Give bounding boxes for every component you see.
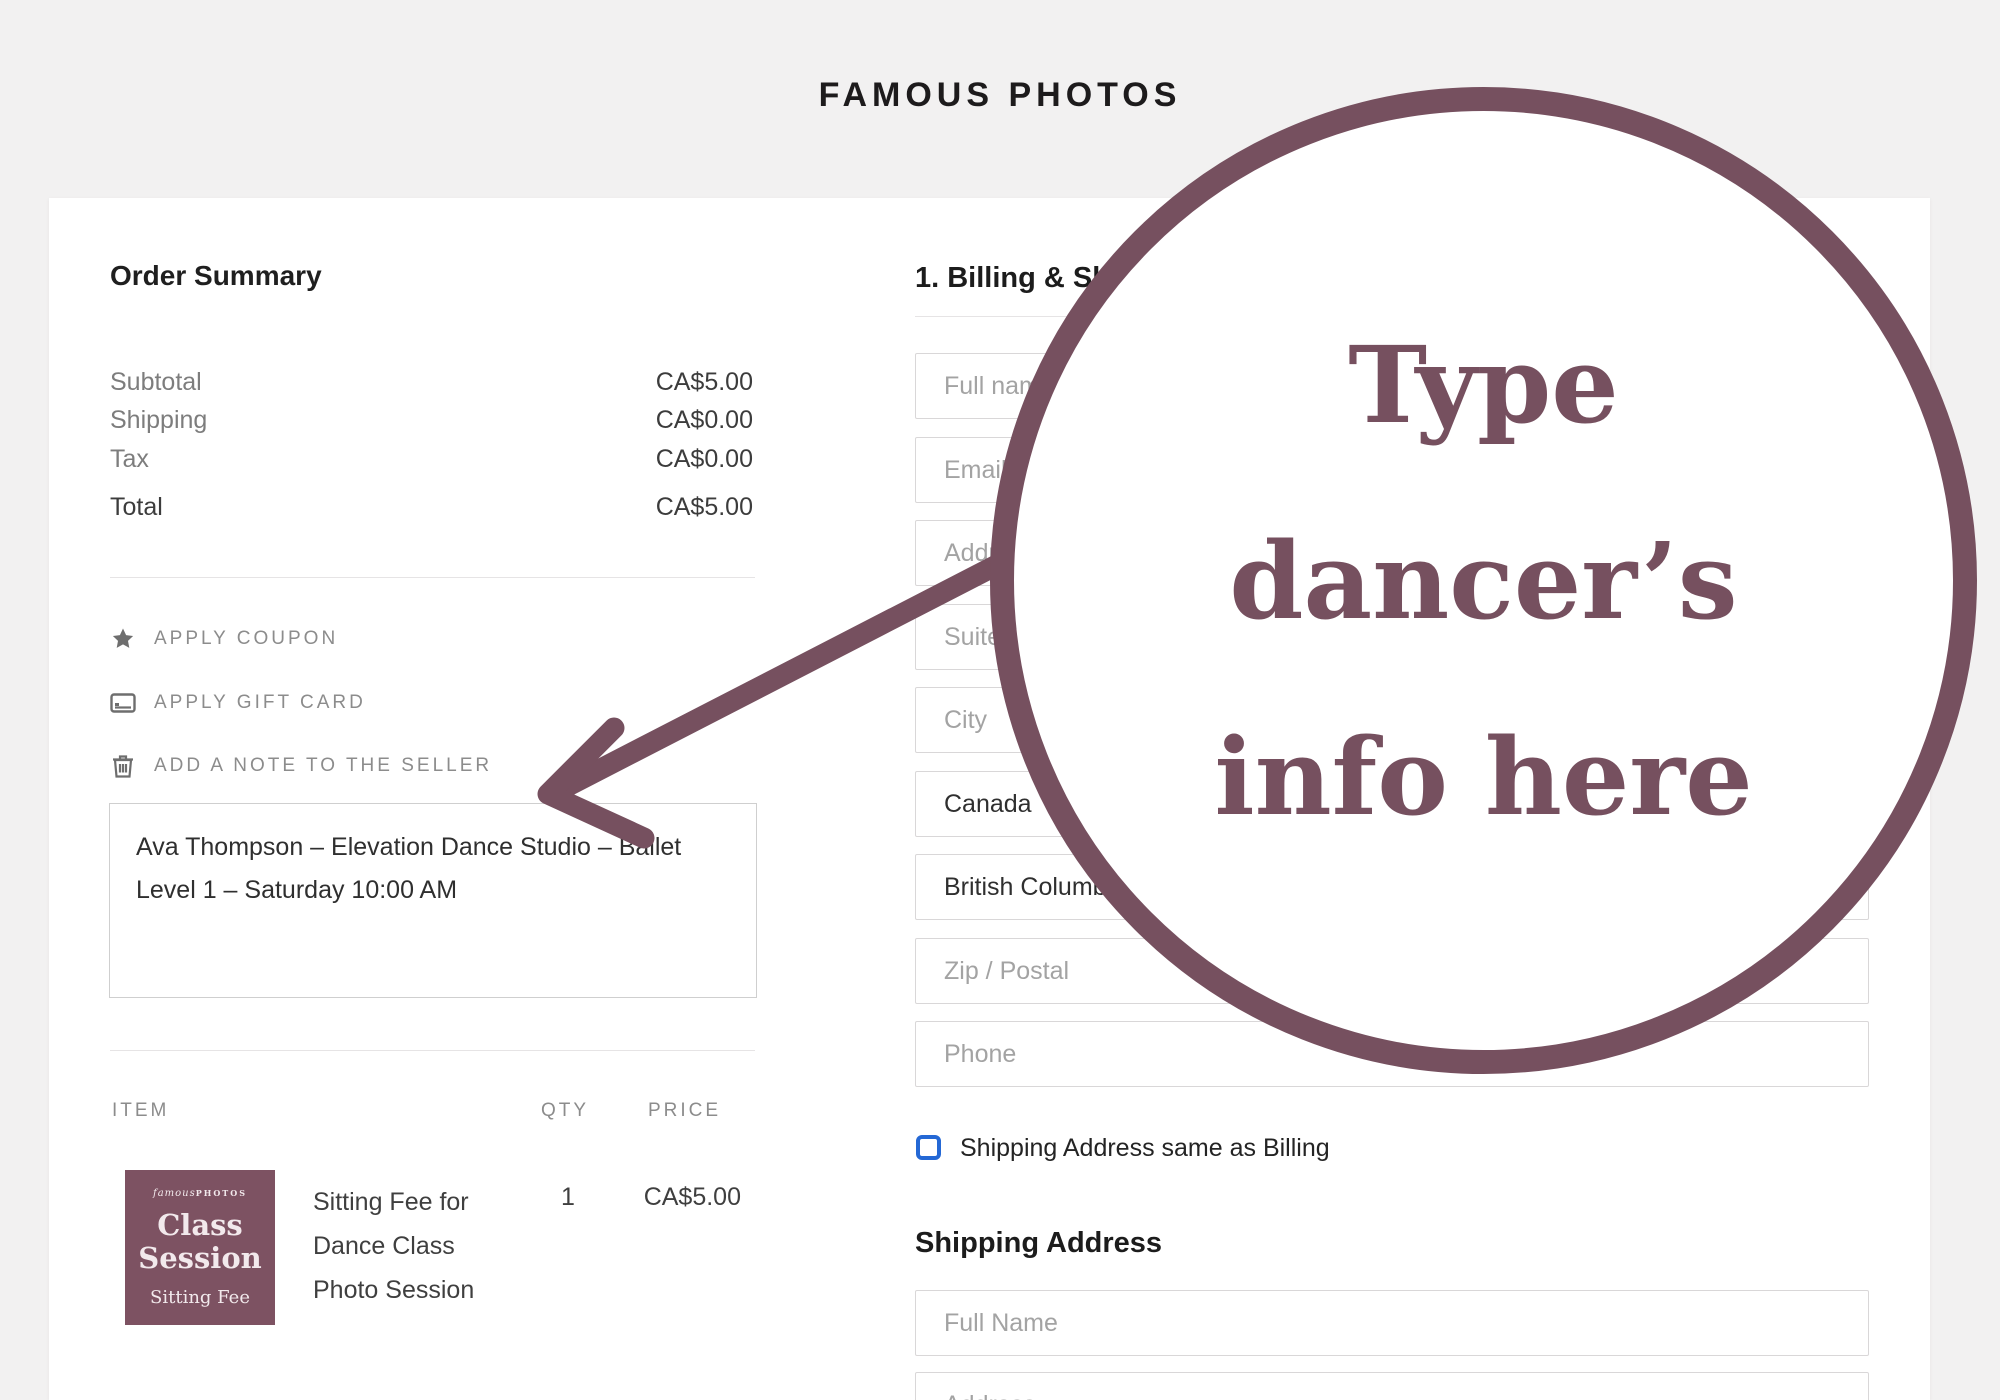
item-price: CA$5.00 [614,1183,741,1212]
product-image-subtitle: Sitting Fee [150,1287,250,1308]
checkout-page: FAMOUS PHOTOS Order Summary Subtotal CA$… [0,0,2000,1400]
shipping-address-heading: Shipping Address [915,1227,1162,1260]
tax-label: Tax [110,445,149,474]
summary-divider [110,577,755,578]
product-image-title-1: Class [157,1209,243,1242]
item-column-header: ITEM [112,1100,169,1122]
item-qty: 1 [541,1183,595,1212]
same-as-billing-checkbox[interactable] [916,1135,941,1160]
annotation-text-line-1: Type [1348,287,1618,483]
item-name-line-1: Sitting Fee for [313,1180,533,1224]
star-icon [110,626,136,652]
shipping-value: CA$0.00 [656,406,753,435]
shipping-label: Shipping [110,406,207,435]
order-summary-heading: Order Summary [110,260,322,292]
shipping-address-input[interactable] [915,1372,1869,1400]
shipping-full-name-input[interactable] [915,1290,1869,1356]
subtotal-value: CA$5.00 [656,368,753,397]
tax-value: CA$0.00 [656,445,753,474]
qty-column-header: QTY [541,1100,589,1122]
apply-gift-card-label: APPLY GIFT CARD [154,692,366,714]
gift-card-icon [110,690,136,716]
brand-caps-text: PHOTOS [196,1188,247,1198]
apply-coupon-label: APPLY COUPON [154,628,338,650]
subtotal-label: Subtotal [110,368,202,397]
same-as-billing-label: Shipping Address same as Billing [960,1134,1330,1163]
item-name-line-3: Photo Session [313,1268,533,1312]
brand-script-text: famous [153,1188,196,1199]
total-value: CA$5.00 [656,493,753,522]
annotation-text-line-3: info here [1214,679,1752,875]
trash-icon [110,753,136,779]
price-column-header: PRICE [648,1100,721,1122]
add-note-button[interactable]: ADD A NOTE TO THE SELLER [110,751,492,781]
summary-row-shipping: Shipping CA$0.00 [110,406,755,438]
apply-coupon-button[interactable]: APPLY COUPON [110,624,338,654]
note-to-seller-input[interactable]: Ava Thompson – Elevation Dance Studio – … [109,803,757,998]
summary-row-total: Total CA$5.00 [110,493,755,525]
site-logo: FAMOUS PHOTOS [819,76,1182,115]
annotation-text-line-2: dancer’s [1229,483,1737,679]
apply-gift-card-button[interactable]: APPLY GIFT CARD [110,688,366,718]
total-label: Total [110,493,163,522]
product-image: famousPHOTOS Class Session Sitting Fee [125,1170,275,1325]
product-image-title-2: Session [138,1242,262,1275]
item-name-line-2: Dance Class [313,1224,533,1268]
item-name: Sitting Fee for Dance Class Photo Sessio… [313,1180,533,1312]
items-divider [110,1050,755,1051]
product-brand-logo: famousPHOTOS [153,1188,247,1199]
summary-row-subtotal: Subtotal CA$5.00 [110,368,755,400]
add-note-label: ADD A NOTE TO THE SELLER [154,755,492,777]
summary-row-tax: Tax CA$0.00 [110,445,755,477]
annotation-circle: Type dancer’s info here [990,87,1977,1074]
